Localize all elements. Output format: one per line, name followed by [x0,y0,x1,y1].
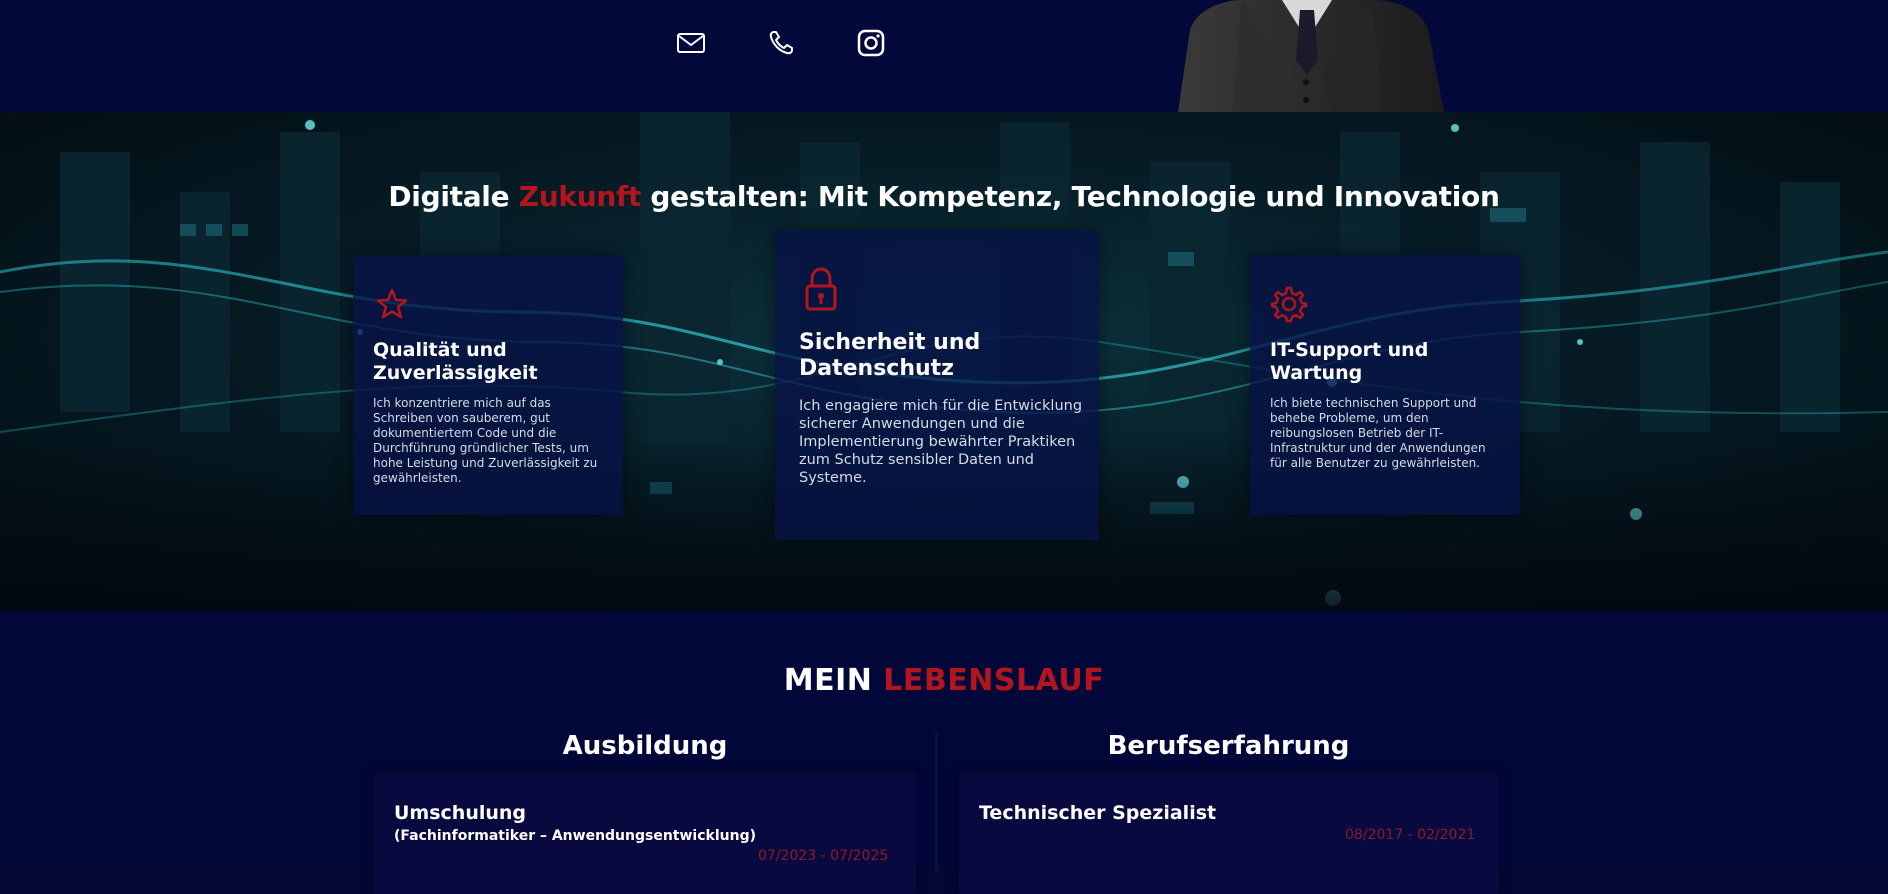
feature-card-text: Ich biete technischen Support und behebe… [1270,396,1486,470]
timeline-divider [935,731,938,871]
experience-item-title: Technischer Spezialist [979,802,1217,824]
hero-title-part1: Digitale [388,180,519,213]
hero-title-part2: gestalten: Mit Kompetenz, Technologie un… [640,180,1500,213]
feature-card-quality: Qualität und Zuverlässigkeit Ich konzent… [353,255,623,515]
phone-icon[interactable] [764,26,798,60]
education-item-title: Umschulung [394,802,527,824]
experience-item-date: 08/2017 - 02/2021 [1345,827,1476,843]
education-card: Umschulung (Fachinformatiker – Anwendung… [374,774,916,894]
instagram-icon[interactable] [854,26,888,60]
feature-card-support: IT-Support und Wartung Ich biete technis… [1250,255,1520,515]
star-icon [375,287,409,326]
header-bar [0,0,1888,112]
profile-portrait [1172,0,1444,112]
feature-card-title: IT-Support und Wartung [1270,339,1429,384]
cv-title-part1: MEIN [783,663,884,698]
feature-card-text: Ich engagiere mich für die Entwicklung s… [799,398,1083,486]
feature-card-security: Sicherheit und Datenschutz Ich engagiere… [775,230,1099,540]
hero-section: Digitale Zukunft gestalten: Mit Kompeten… [0,112,1888,611]
education-heading: Ausbildung [562,731,728,761]
cv-section: MEIN LEBENSLAUF Ausbildung Berufserfahru… [0,611,1888,894]
hero-title-accent: Zukunft [518,180,642,213]
feature-card-title: Sicherheit und Datenschutz [799,330,981,382]
education-item-subtitle: (Fachinformatiker – Anwendungsentwicklun… [394,828,756,844]
gear-icon [1270,285,1308,328]
mail-icon[interactable] [674,26,708,60]
experience-card: Technischer Spezialist 08/2017 - 02/2021 [959,774,1499,894]
education-item-date: 07/2023 - 07/2025 [758,848,889,864]
cv-title-accent: LEBENSLAUF [883,663,1105,698]
feature-card-title: Qualität und Zuverlässigkeit [373,339,538,384]
lock-icon [804,266,838,317]
cv-section-title: MEIN LEBENSLAUF [0,663,1888,698]
feature-card-text: Ich konzentriere mich auf das Schreiben … [373,396,598,485]
hero-title: Digitale Zukunft gestalten: Mit Kompeten… [0,180,1888,213]
experience-heading: Berufserfahrung [1107,731,1350,761]
